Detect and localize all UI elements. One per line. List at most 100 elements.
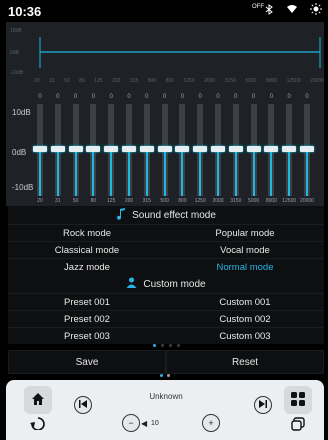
band-slider-thumb[interactable]	[300, 146, 314, 152]
mode-pager	[8, 341, 324, 349]
custom-preset-option[interactable]: Preset 001	[8, 293, 166, 310]
band-gain-value: 0	[198, 94, 202, 100]
band-slider-fill	[92, 150, 95, 196]
previous-track-button[interactable]	[74, 396, 92, 414]
band-slider-thumb[interactable]	[50, 146, 65, 152]
band-slider-thumb[interactable]	[282, 146, 297, 152]
band-slider-thumb[interactable]	[86, 146, 101, 152]
band-slider-fill	[252, 150, 255, 196]
bluetooth-off-icon: OFF	[252, 4, 274, 18]
next-icon	[259, 400, 267, 410]
band-frequency-label: 1250	[194, 198, 206, 204]
band-frequency-label: 80	[90, 198, 97, 204]
custom-preset-option[interactable]: Custom 002	[166, 310, 324, 327]
band-frequency-label: 315	[142, 198, 151, 204]
band-frequency-label: 2000	[212, 198, 224, 204]
band-gain-value: 0	[287, 94, 291, 100]
band-gain-value: 0	[305, 94, 309, 100]
volume-up-button[interactable]: +	[202, 414, 220, 432]
sound-mode-option[interactable]: Popular mode	[166, 224, 324, 241]
apps-button[interactable]	[284, 386, 312, 414]
windows-button[interactable]	[284, 414, 312, 436]
band-slider-thumb[interactable]	[68, 146, 83, 152]
band-slider-thumb[interactable]	[104, 146, 119, 152]
slider-axis-bottom: -10dB	[12, 183, 34, 192]
band-slider-thumb[interactable]	[211, 146, 225, 152]
band-slider-fill	[110, 150, 113, 196]
pager-dot[interactable]	[167, 374, 170, 377]
curve-frequency-label: 20	[34, 78, 40, 84]
pager-dot[interactable]	[176, 343, 180, 347]
curve-frequency-label: 800	[165, 78, 174, 84]
volume-down-button[interactable]: −	[122, 414, 140, 432]
band-gain-value: 0	[269, 94, 274, 100]
band-slider-thumb[interactable]	[228, 146, 243, 152]
band-slider-thumb[interactable]	[157, 146, 172, 152]
track-title: Unknown	[149, 392, 183, 401]
band-slider-thumb[interactable]	[139, 146, 154, 152]
band-slider-thumb[interactable]	[122, 146, 136, 152]
band-gain-value: 0	[56, 94, 60, 100]
sound-mode-option[interactable]: Jazz mode	[8, 258, 166, 275]
band-frequency-label: 3150	[230, 198, 242, 204]
sound-mode-option[interactable]: Vocal mode	[166, 241, 324, 258]
sound-effect-header: Sound effect mode	[8, 206, 324, 224]
band-frequency-label: 5000	[248, 198, 260, 204]
curve-frequency-axis: 20 31 50 80 125 200 315 500 800 1250 2000 3150 5000 8…	[34, 78, 324, 84]
band-slider-fill	[288, 150, 291, 196]
band-gain-value: 0	[127, 94, 131, 100]
band-slider-fill	[199, 150, 202, 196]
custom-preset-option[interactable]: Preset 002	[8, 310, 166, 327]
curve-frequency-label: 2000	[204, 78, 216, 84]
sound-mode-option[interactable]: Normal mode	[166, 258, 324, 275]
plus-icon: +	[208, 418, 214, 428]
pager-dot[interactable]	[152, 343, 156, 347]
band-slider-fill	[234, 150, 237, 196]
back-arrow-icon	[30, 416, 46, 433]
band-slider-thumb[interactable]	[175, 146, 190, 152]
sound-mode-option[interactable]: Classical mode	[8, 241, 166, 258]
status-bar: 10:36 OFF	[0, 0, 328, 22]
pager-dot[interactable]	[160, 343, 164, 347]
brightness-icon[interactable]	[310, 3, 322, 18]
curve-frequency-label: 31	[49, 78, 55, 84]
eq-slider-panel: 10dB 0dB -10dB 0 20 0 31 0 50 0 80 0 125 0 200 0 315 0…	[6, 88, 324, 206]
home-icon	[31, 392, 45, 409]
band-gain-value: 0	[234, 94, 238, 100]
band-slider-fill	[306, 150, 308, 196]
pager-dot[interactable]	[168, 343, 172, 347]
band-gain-value: 0	[91, 94, 96, 100]
music-note-icon	[116, 207, 126, 223]
sound-mode-option[interactable]: Rock mode	[8, 224, 166, 241]
bottom-control-bar: Unknown − ◀ 10 +	[6, 374, 324, 440]
save-button[interactable]: Save	[8, 350, 166, 374]
clock: 10:36	[8, 4, 42, 19]
curve-frequency-label: 12500	[286, 78, 301, 84]
band-slider-thumb[interactable]	[193, 146, 208, 152]
band-slider-thumb[interactable]	[33, 146, 47, 152]
band-gain-value: 0	[109, 94, 113, 100]
slider-axis-mid: 0dB	[12, 148, 27, 157]
home-button[interactable]	[24, 386, 52, 414]
curve-frequency-label: 5000	[245, 78, 257, 84]
curve-frequency-label: 125	[94, 78, 103, 84]
band-frequency-label: 125	[107, 198, 116, 204]
eq-curve-panel: 10dB 0dB -10dB 20 31 50 80 125 200 315 500 800 12…	[6, 22, 324, 88]
curve-frequency-label: 20000	[310, 78, 324, 84]
band-frequency-label: 200	[124, 198, 134, 204]
pager-dot[interactable]	[160, 374, 163, 377]
band-slider-fill	[128, 150, 130, 196]
curve-frequency-label: 80	[79, 78, 85, 84]
status-icons: OFF	[252, 3, 322, 18]
next-track-button[interactable]	[254, 396, 272, 414]
custom-preset-option[interactable]: Custom 001	[166, 293, 324, 310]
reset-button[interactable]: Reset	[166, 350, 324, 374]
band-frequency-label: 50	[72, 198, 79, 204]
back-button[interactable]	[24, 412, 52, 436]
sound-effect-title: Sound effect mode	[132, 209, 216, 221]
band-gain-value: 0	[73, 94, 78, 100]
band-slider-thumb[interactable]	[264, 146, 279, 152]
curve-frequency-label: 315	[129, 78, 139, 84]
bottom-pager	[6, 374, 324, 377]
band-slider-thumb[interactable]	[246, 146, 261, 152]
